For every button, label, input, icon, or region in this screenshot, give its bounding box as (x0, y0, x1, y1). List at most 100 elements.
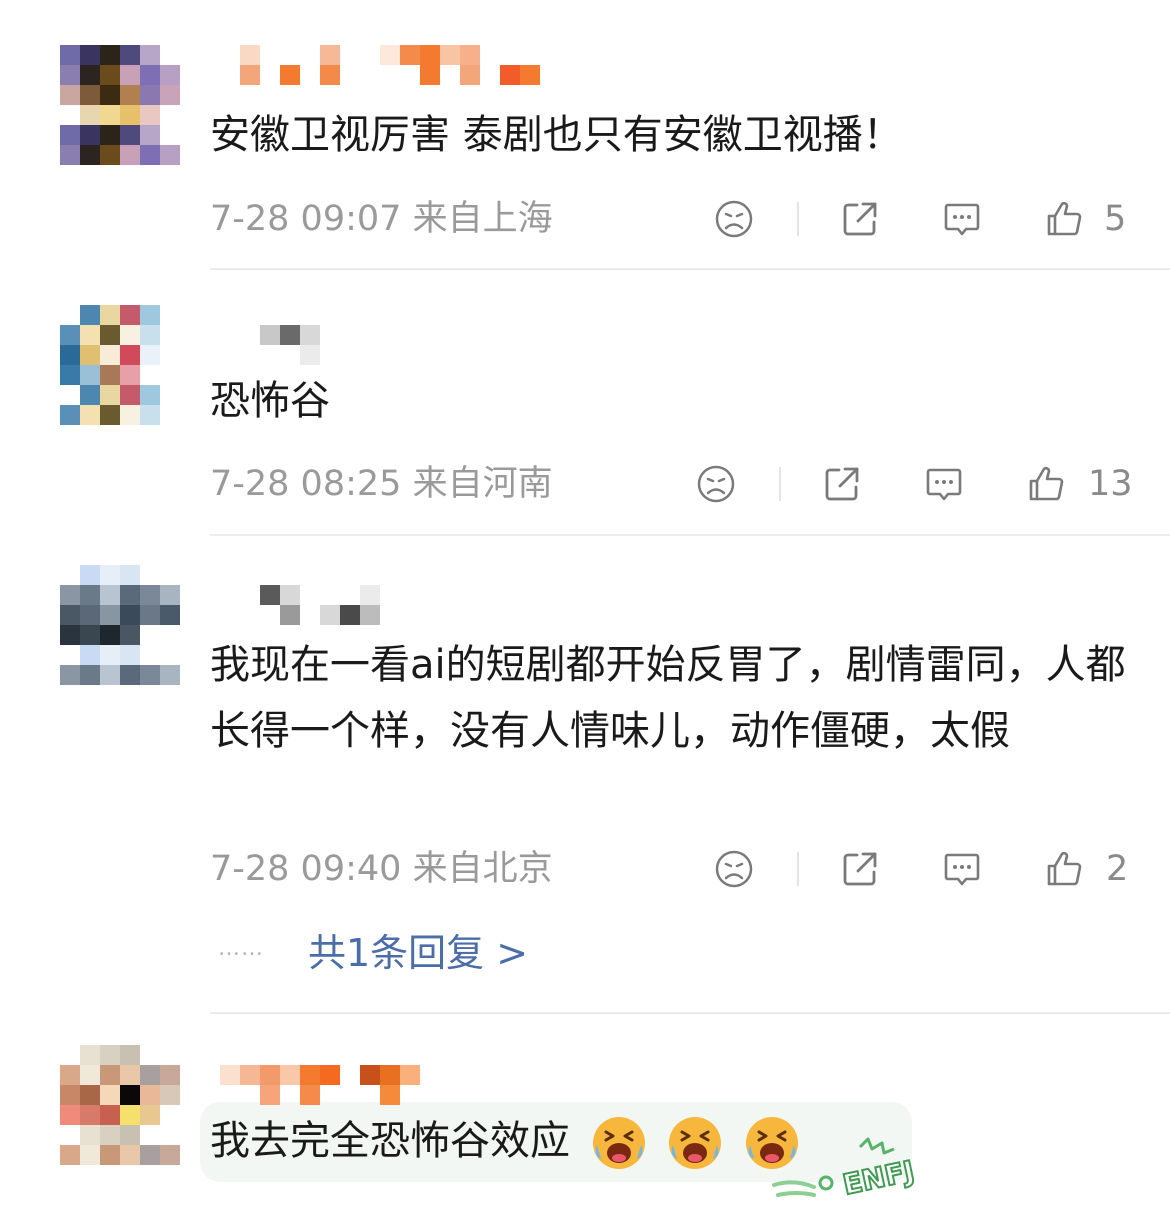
avatar-pixel (120, 305, 140, 325)
username-pixel (420, 45, 440, 65)
comment-icon[interactable] (942, 199, 982, 239)
comment-time-location: 7-28 09:07 来自上海 (210, 194, 553, 244)
avatar-pixel (120, 385, 140, 405)
avatar-pixel (60, 305, 80, 325)
username-blurred[interactable] (220, 45, 560, 85)
like-count: 5 (1104, 199, 1127, 239)
comment-icon[interactable] (942, 849, 982, 889)
avatar-pixel (160, 65, 180, 85)
avatar-pixel (60, 1085, 80, 1105)
avatar-pixel (80, 45, 100, 65)
avatar-pixel (120, 625, 140, 645)
username-blurred[interactable] (220, 1065, 560, 1105)
comment-icon[interactable] (924, 464, 964, 504)
username-pixel (240, 45, 260, 65)
avatar-pixel (100, 385, 120, 405)
share-icon[interactable] (840, 199, 880, 239)
comment-location: 来自上海 (412, 199, 553, 239)
avatar-pixel (120, 45, 140, 65)
thumbs-up-icon[interactable] (1044, 199, 1084, 239)
avatar-pixel (120, 405, 140, 425)
username-blurred[interactable] (220, 325, 560, 365)
avatar-pixel (160, 585, 180, 605)
username-pixel (260, 325, 280, 345)
comment-actions: 5 (700, 194, 1170, 244)
avatar-pixel (140, 565, 160, 585)
avatar-pixel (80, 645, 100, 665)
sad-face-icon[interactable] (714, 199, 754, 239)
avatar-pixel (100, 145, 120, 165)
avatar-pixel (100, 1045, 120, 1065)
avatar-pixel (60, 625, 80, 645)
username-pixel (260, 585, 280, 605)
comment-location: 来自北京 (412, 849, 553, 889)
avatar-pixel (100, 325, 120, 345)
crying-face-emoji (669, 1117, 722, 1169)
avatar-pixel (140, 1105, 160, 1125)
avatar-pixel (160, 125, 180, 145)
thumbs-up-icon[interactable] (1044, 849, 1084, 889)
username-pixel (300, 345, 320, 365)
avatar-pixel (80, 65, 100, 85)
avatar-pixel (60, 65, 80, 85)
avatar-pixel (80, 1125, 100, 1145)
avatar-pixel (100, 645, 120, 665)
avatar-pixel (160, 45, 180, 65)
avatar[interactable] (60, 1045, 180, 1165)
avatar-pixel (60, 385, 80, 405)
avatar-pixel (140, 345, 160, 365)
username-pixel (360, 605, 380, 625)
avatar[interactable] (60, 565, 180, 685)
sad-face-icon[interactable] (696, 464, 736, 504)
avatar-pixel (160, 105, 180, 125)
avatar-pixel (160, 1085, 180, 1105)
username-pixel (520, 65, 540, 85)
sad-face-icon[interactable] (714, 849, 754, 889)
avatar-pixel (80, 105, 100, 125)
avatar-pixel (120, 665, 140, 685)
avatar-pixel (120, 145, 140, 165)
username-pixel (260, 1085, 280, 1105)
avatar[interactable] (60, 305, 180, 425)
avatar-pixel (80, 325, 100, 345)
avatar-pixel (120, 1105, 140, 1125)
avatar-pixel (80, 1085, 100, 1105)
avatar-pixel (80, 565, 100, 585)
avatar-pixel (80, 625, 100, 645)
comment-actions: 2 (700, 844, 1170, 894)
avatar-pixel (120, 585, 140, 605)
username-pixel (400, 45, 420, 65)
avatar-pixel (140, 365, 160, 385)
avatar-pixel (160, 1045, 180, 1065)
avatar-pixel (60, 125, 80, 145)
avatar-pixel (120, 65, 140, 85)
username-blurred[interactable] (220, 585, 560, 625)
avatar-pixel (60, 345, 80, 365)
username-pixel (320, 45, 340, 65)
avatar[interactable] (60, 45, 180, 165)
avatar-pixel (120, 85, 140, 105)
avatar-pixel (140, 605, 160, 625)
comment-text: 恐怖谷 (210, 378, 330, 424)
view-replies-link[interactable]: 共1条回复 > (308, 928, 528, 978)
username-pixel (440, 45, 460, 65)
avatar-pixel (100, 565, 120, 585)
avatar-pixel (160, 1105, 180, 1125)
avatar-pixel (80, 345, 100, 365)
avatar-pixel (100, 365, 120, 385)
avatar-pixel (80, 1065, 100, 1085)
avatar-pixel (160, 1065, 180, 1085)
avatar-pixel (160, 85, 180, 105)
share-icon[interactable] (822, 464, 862, 504)
avatar-pixel (100, 585, 120, 605)
avatar-pixel (160, 305, 180, 325)
share-icon[interactable] (840, 849, 880, 889)
username-pixel (300, 1085, 320, 1105)
avatar-pixel (140, 85, 160, 105)
username-pixel (380, 1065, 400, 1085)
username-pixel (220, 1065, 240, 1085)
avatar-pixel (140, 665, 160, 685)
comment-time-location: 7-28 09:40 来自北京 (210, 844, 553, 894)
thumbs-up-icon[interactable] (1026, 464, 1066, 504)
avatar-pixel (120, 1145, 140, 1165)
